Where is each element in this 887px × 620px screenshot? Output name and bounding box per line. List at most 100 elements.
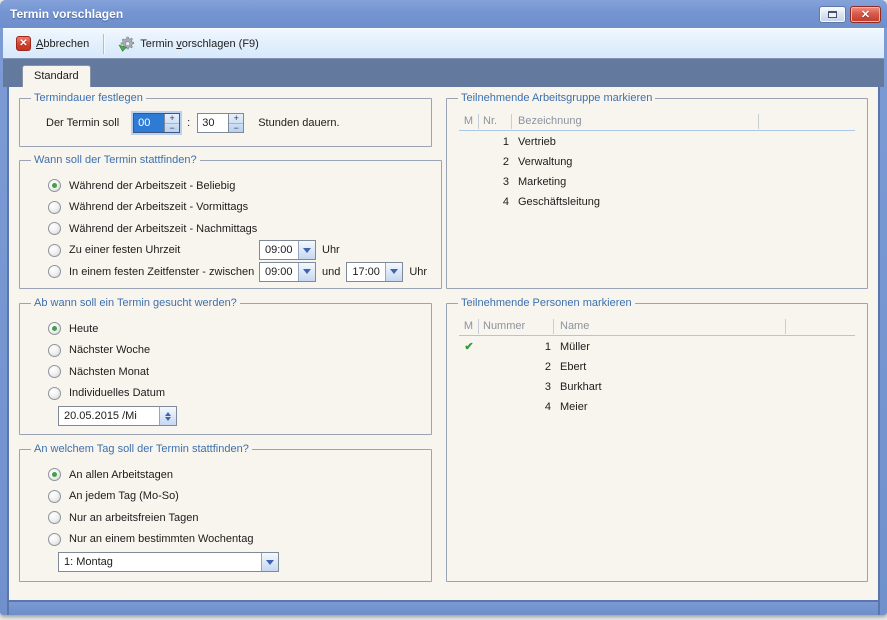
column-header-name[interactable]: Name	[554, 319, 786, 334]
chevron-down-icon	[303, 248, 311, 257]
option-individuelles-datum[interactable]: Individuelles Datum	[48, 383, 423, 405]
option-alle-arbeitstage[interactable]: An allen Arbeitstagen	[48, 464, 423, 486]
radio-icon[interactable]	[48, 365, 61, 378]
radio-icon[interactable]	[48, 490, 61, 503]
option-zeitfenster[interactable]: In einem festen Zeitfenster - zwischen 0…	[48, 261, 433, 283]
tab-bar: Standard	[3, 58, 884, 87]
window-bottom-frame	[7, 600, 880, 615]
duration-label-post: Stunden dauern.	[258, 117, 339, 129]
close-button[interactable]: ✕	[850, 6, 881, 23]
group-weekday: An welchem Tag soll der Termin stattfind…	[19, 443, 432, 582]
option-arbeitszeit-beliebig[interactable]: Während der Arbeitszeit - Beliebig	[48, 175, 433, 197]
group-weekday-title: An welchem Tag soll der Termin stattfind…	[31, 443, 252, 455]
column-header-bezeichnung[interactable]: Bezeichnung	[512, 114, 759, 129]
minutes-value[interactable]: 30	[198, 114, 228, 132]
workgroups-table: M Nr. Bezeichnung 1 Vertrieb 2 Verwaltun…	[459, 112, 855, 211]
column-header-nr[interactable]: Nr.	[479, 114, 512, 129]
radio-icon[interactable]	[48, 244, 61, 257]
chevron-down-icon	[390, 269, 398, 278]
date-spinner[interactable]: 20.05.2015 /Mi	[58, 406, 177, 426]
hours-spin-buttons[interactable]: +−	[164, 114, 179, 132]
column-header-m[interactable]: M	[459, 319, 479, 334]
window-end-value[interactable]: 17:00	[347, 263, 385, 281]
close-icon: ✕	[861, 8, 870, 21]
uhr-label: Uhr	[322, 244, 340, 256]
date-spin-buttons[interactable]	[159, 407, 176, 425]
column-header-m[interactable]: M	[459, 114, 479, 129]
cancel-label: Abbrechen	[36, 38, 89, 50]
option-arbeitszeit-nachmittags[interactable]: Während der Arbeitszeit - Nachmittags	[48, 218, 433, 240]
radio-selected-icon[interactable]	[48, 322, 61, 335]
table-row[interactable]: 3 Burkhart	[459, 377, 855, 396]
dialog-content: Termindauer festlegen Der Termin soll 00…	[7, 87, 880, 600]
cancel-button[interactable]: ✕ Abbrechen	[9, 33, 96, 54]
minutes-spinner[interactable]: 30 +−	[197, 113, 244, 133]
spin-down-icon[interactable]: −	[165, 124, 179, 133]
option-bestimmter-wochentag[interactable]: Nur an einem bestimmten Wochentag	[48, 529, 423, 551]
option-naechster-woche[interactable]: Nächster Woche	[48, 340, 423, 362]
left-column: Termindauer festlegen Der Termin soll 00…	[19, 92, 432, 600]
combobox-arrow-button[interactable]	[298, 241, 315, 259]
und-label: und	[322, 266, 340, 278]
combobox-arrow-button[interactable]	[385, 263, 402, 281]
group-when: Wann soll der Termin stattfinden? Währen…	[19, 154, 442, 289]
table-row[interactable]: 1 Vertrieb	[459, 132, 855, 151]
group-duration-title: Termindauer festlegen	[31, 92, 146, 104]
gear-arrow-icon	[118, 36, 135, 52]
weekday-value[interactable]: 1: Montag	[59, 553, 261, 571]
radio-icon[interactable]	[48, 344, 61, 357]
option-arbeitsfreie-tage[interactable]: Nur an arbeitsfreien Tagen	[48, 507, 423, 529]
window-end-combobox[interactable]: 17:00	[346, 262, 403, 282]
chevron-down-icon	[165, 417, 171, 424]
titlebar: Termin vorschlagen ✕	[0, 0, 887, 28]
toolbar: ✕ Abbrechen Termin vorschlagen (F9)	[3, 28, 884, 58]
combobox-arrow-button[interactable]	[261, 553, 278, 571]
check-icon: ✔	[459, 340, 479, 353]
group-persons-title: Teilnehmende Personen markieren	[458, 297, 635, 309]
option-arbeitszeit-vormittags[interactable]: Während der Arbeitszeit - Vormittags	[48, 197, 433, 219]
table-row[interactable]: 4 Meier	[459, 397, 855, 416]
radio-icon[interactable]	[48, 533, 61, 546]
option-jeder-tag[interactable]: An jedem Tag (Mo-So)	[48, 486, 423, 508]
table-row[interactable]: 4 Geschäftsleitung	[459, 192, 855, 211]
spin-down-icon[interactable]: −	[229, 124, 243, 133]
suggest-appointment-button[interactable]: Termin vorschlagen (F9)	[111, 33, 266, 55]
group-search-start: Ab wann soll ein Termin gesucht werden? …	[19, 297, 432, 435]
date-value[interactable]: 20.05.2015 /Mi	[59, 407, 159, 425]
window-start-value[interactable]: 09:00	[260, 263, 298, 281]
table-row[interactable]: 2 Ebert	[459, 357, 855, 376]
radio-icon[interactable]	[48, 387, 61, 400]
workgroups-header: M Nr. Bezeichnung	[459, 112, 855, 131]
group-duration: Termindauer festlegen Der Termin soll 00…	[19, 92, 432, 147]
radio-icon[interactable]	[48, 511, 61, 524]
radio-icon[interactable]	[48, 265, 61, 278]
radio-selected-icon[interactable]	[48, 468, 61, 481]
option-heute[interactable]: Heute	[48, 318, 423, 340]
option-naechsten-monat[interactable]: Nächsten Monat	[48, 361, 423, 383]
minutes-spin-buttons[interactable]: +−	[228, 114, 243, 132]
restore-button[interactable]	[819, 6, 846, 23]
table-row[interactable]: ✔ 1 Müller	[459, 337, 855, 356]
tab-standard[interactable]: Standard	[22, 65, 91, 87]
hours-spinner[interactable]: 00 +−	[133, 113, 180, 133]
chevron-up-icon	[165, 409, 171, 416]
window-title: Termin vorschlagen	[10, 7, 819, 21]
date-row: 20.05.2015 /Mi	[58, 406, 423, 426]
cancel-icon: ✕	[16, 36, 31, 51]
radio-icon[interactable]	[48, 222, 61, 235]
hours-value[interactable]: 00	[134, 114, 164, 132]
window-start-combobox[interactable]: 09:00	[259, 262, 316, 282]
group-workgroups-title: Teilnehmende Arbeitsgruppe markieren	[458, 92, 655, 104]
combobox-arrow-button[interactable]	[298, 263, 315, 281]
column-header-nummer[interactable]: Nummer	[479, 319, 554, 334]
uhr-label: Uhr	[409, 266, 427, 278]
table-row[interactable]: 2 Verwaltung	[459, 152, 855, 171]
radio-selected-icon[interactable]	[48, 179, 61, 192]
radio-icon[interactable]	[48, 201, 61, 214]
right-column: Teilnehmende Arbeitsgruppe markieren M N…	[446, 92, 868, 600]
fixed-time-value[interactable]: 09:00	[260, 241, 298, 259]
fixed-time-combobox[interactable]: 09:00	[259, 240, 316, 260]
option-feste-uhrzeit[interactable]: Zu einer festen Uhrzeit 09:00 Uhr	[48, 240, 433, 262]
table-row[interactable]: 3 Marketing	[459, 172, 855, 191]
weekday-combobox[interactable]: 1: Montag	[58, 552, 279, 572]
